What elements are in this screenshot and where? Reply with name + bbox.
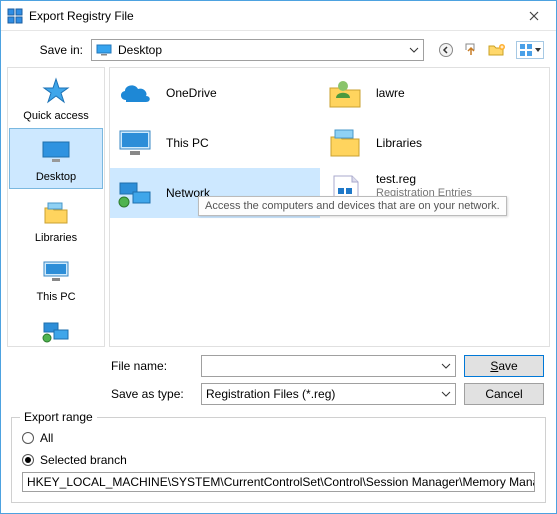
sidebar-item-label: Libraries <box>35 232 77 244</box>
file-list[interactable]: OneDrive lawre This PC Libraries Network <box>109 67 550 347</box>
save-button[interactable]: Save <box>464 355 544 377</box>
sidebar-item-this-pc[interactable]: This PC <box>8 249 104 308</box>
sidebar-item-network[interactable]: Network <box>8 308 104 347</box>
back-icon[interactable] <box>438 42 454 58</box>
desktop-icon <box>96 44 112 56</box>
file-item-libraries[interactable]: Libraries <box>320 118 530 168</box>
new-folder-icon[interactable] <box>488 43 506 57</box>
file-item-label: lawre <box>376 86 405 101</box>
file-item-label: This PC <box>166 136 209 151</box>
file-item-label: OneDrive <box>166 86 217 101</box>
savetype-label: Save as type: <box>111 387 193 401</box>
view-menu-icon[interactable] <box>516 41 544 59</box>
onedrive-icon <box>114 72 156 114</box>
network-icon <box>40 315 72 347</box>
savein-row: Save in: Desktop <box>1 31 556 65</box>
radio-all[interactable]: All <box>22 428 535 448</box>
form-rows: File name: Save Save as type: Registrati… <box>1 349 556 413</box>
chevron-down-icon <box>441 391 451 397</box>
cancel-button[interactable]: Cancel <box>464 383 544 405</box>
user-folder-icon <box>324 72 366 114</box>
export-range-group: Export range All Selected branch HKEY_LO… <box>11 417 546 503</box>
radio-selected-branch[interactable]: Selected branch <box>22 450 535 470</box>
radio-icon <box>22 454 34 466</box>
savein-combo[interactable]: Desktop <box>91 39 424 61</box>
up-icon[interactable] <box>464 42 478 58</box>
filename-input[interactable] <box>201 355 456 377</box>
network-icon <box>114 172 156 214</box>
this-pc-icon <box>40 256 72 288</box>
savetype-value: Registration Files (*.reg) <box>206 387 441 401</box>
sidebar-item-libraries[interactable]: Libraries <box>8 190 104 249</box>
file-item-user[interactable]: lawre <box>320 68 530 118</box>
file-item-label: Libraries <box>376 136 422 151</box>
savein-value: Desktop <box>118 43 403 57</box>
file-item-label: test.reg <box>376 172 472 187</box>
filename-label: File name: <box>111 359 193 373</box>
sidebar-item-label: Desktop <box>36 171 76 183</box>
quick-access-icon <box>40 75 72 107</box>
sidebar-item-label: Quick access <box>23 110 88 122</box>
main-area: Quick access Desktop Libraries This PC N… <box>1 65 556 349</box>
file-item-this-pc[interactable]: This PC <box>110 118 320 168</box>
branch-input[interactable]: HKEY_LOCAL_MACHINE\SYSTEM\CurrentControl… <box>22 472 535 492</box>
export-range-legend: Export range <box>20 410 97 424</box>
close-button[interactable] <box>514 2 554 30</box>
sidebar-item-quick-access[interactable]: Quick access <box>8 68 104 127</box>
branch-value: HKEY_LOCAL_MACHINE\SYSTEM\CurrentControl… <box>27 475 535 489</box>
toolbar-icons <box>432 41 544 59</box>
savein-label: Save in: <box>13 43 83 57</box>
file-item-onedrive[interactable]: OneDrive <box>110 68 320 118</box>
radio-icon <box>22 432 34 444</box>
libraries-icon <box>40 197 72 229</box>
window-title: Export Registry File <box>29 9 514 23</box>
regedit-icon <box>7 8 23 24</box>
chevron-down-icon <box>409 47 419 53</box>
this-pc-icon <box>114 122 156 164</box>
libraries-icon <box>324 122 366 164</box>
chevron-down-icon <box>441 363 451 369</box>
savetype-combo[interactable]: Registration Files (*.reg) <box>201 383 456 405</box>
sidebar-item-desktop[interactable]: Desktop <box>9 128 103 189</box>
places-sidebar: Quick access Desktop Libraries This PC N… <box>7 67 105 347</box>
tooltip: Access the computers and devices that ar… <box>198 196 507 216</box>
sidebar-item-label: This PC <box>36 291 75 303</box>
desktop-icon <box>40 136 72 168</box>
titlebar: Export Registry File <box>1 1 556 31</box>
